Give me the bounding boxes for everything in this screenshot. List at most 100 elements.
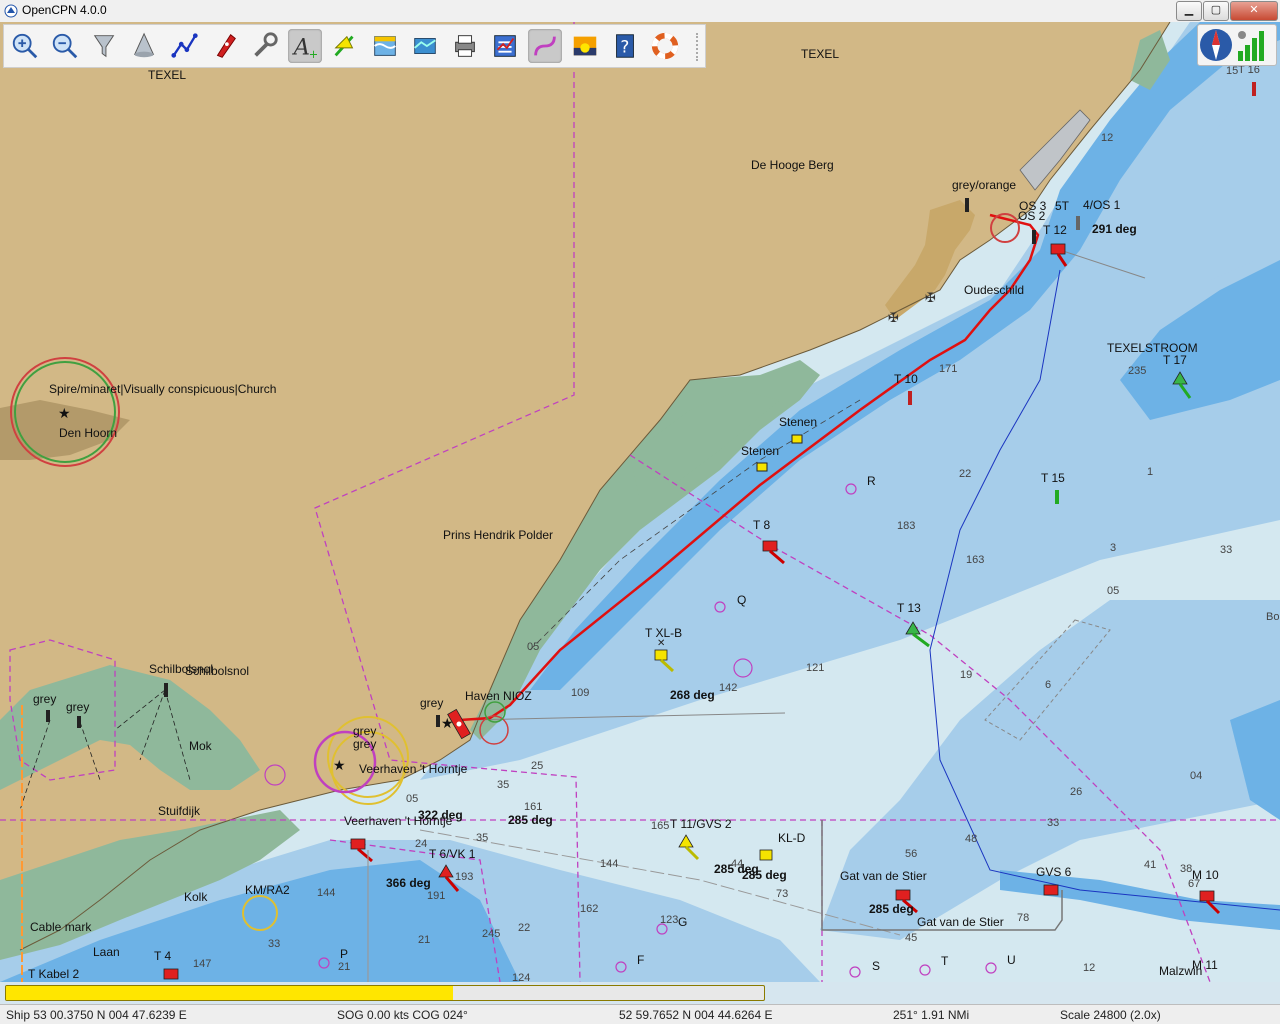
depth-sounding: 78 — [1017, 912, 1030, 924]
chart-label: T 12 — [1043, 223, 1067, 237]
chart-label: U — [1007, 953, 1016, 967]
chart-label: Gat van de Stier — [840, 869, 927, 883]
compass-icon[interactable] — [1200, 29, 1232, 61]
depth-sounding: 26 — [1070, 786, 1083, 798]
chart-label: grey — [353, 724, 377, 738]
svg-text:✠: ✠ — [888, 311, 899, 326]
magnifier-plus-icon — [12, 33, 38, 59]
mob-button[interactable] — [648, 29, 682, 63]
chart-label: 291 deg — [1092, 222, 1137, 236]
route-button[interactable] — [168, 29, 202, 63]
chart-label: M 11 — [1192, 958, 1218, 972]
chart-label: Schilbolsnol — [185, 664, 250, 678]
depth-sounding: 21 — [418, 934, 431, 946]
depth-sounding: 21 — [338, 961, 351, 973]
main-toolbar: A +? — [3, 24, 706, 68]
progress-track — [5, 985, 765, 1001]
depth-sounding: 67 — [1188, 878, 1201, 890]
sunset-icon — [573, 36, 597, 56]
depth-sounding: 123 — [660, 914, 679, 926]
chart-label: 366 deg — [386, 876, 431, 890]
chart-label: TEXEL — [801, 47, 840, 61]
depth-sounding: 45 — [905, 932, 918, 944]
depth-sounding: 41 — [1144, 859, 1157, 871]
current-button[interactable] — [328, 29, 362, 63]
chart-label: F — [637, 953, 645, 967]
chart-label: grey — [420, 696, 444, 710]
auto-follow-button[interactable] — [208, 29, 242, 63]
route-manager-button[interactable] — [488, 29, 522, 63]
chart-label: 4/OS 1 — [1083, 198, 1121, 212]
depth-sounding: 165 — [651, 820, 670, 832]
depth-sounding: 245 — [482, 928, 501, 940]
chart-label: Mok — [189, 739, 212, 753]
depth-sounding: 144 — [600, 858, 619, 870]
chart-label: Stenen — [779, 415, 818, 429]
status-bar: Ship 53 00.3750 N 004 47.6239 E SOG 0.00… — [0, 1004, 1280, 1024]
chart-label: Cable mark — [30, 920, 92, 934]
chart-label: T 10 — [894, 372, 918, 386]
window-title: OpenCPN 4.0.0 — [22, 3, 107, 17]
text-button[interactable]: A + — [288, 29, 322, 63]
chart-label: Haven NIOZ — [465, 689, 532, 703]
print-button[interactable] — [448, 29, 482, 63]
chart-label: TEXEL — [148, 68, 187, 82]
zoom-out-button[interactable] — [48, 29, 82, 63]
depth-sounding: 22 — [959, 468, 972, 480]
chart-label: 285 deg — [742, 868, 787, 882]
chart-label: T 8 — [753, 518, 771, 532]
depth-sounding: 38 — [1180, 863, 1193, 875]
color-scheme-button[interactable] — [568, 29, 602, 63]
quilt-button[interactable] — [408, 29, 442, 63]
chart-label: Oudeschild — [964, 283, 1025, 297]
depth-sounding: 124 — [512, 972, 531, 982]
scale-out-button[interactable] — [128, 29, 162, 63]
status-compass-widget[interactable] — [1197, 24, 1277, 66]
gps-signal-icon[interactable] — [1238, 31, 1264, 61]
chart-label: T — [941, 954, 949, 968]
svg-text:★: ★ — [58, 406, 71, 422]
quilt-icon — [414, 38, 436, 54]
track-button[interactable] — [528, 29, 562, 63]
chart-label: Spire/minaret|Visually conspicuous|Churc… — [49, 382, 277, 396]
help-button[interactable]: ? — [608, 29, 642, 63]
minimize-button[interactable]: ▁ — [1176, 1, 1202, 21]
toolbar-grip[interactable] — [696, 33, 702, 61]
chart-label: Q — [737, 593, 747, 607]
chart-label: T 6/VK 1 — [429, 847, 476, 861]
depth-sounding: 05 — [1107, 585, 1120, 597]
close-button[interactable]: ✕ — [1230, 1, 1278, 21]
depth-sounding: 19 — [960, 669, 973, 681]
depth-sounding: 33 — [268, 938, 281, 950]
chart-label: KL-D — [778, 831, 806, 845]
chart-label: 268 deg — [670, 688, 715, 702]
status-ship-position: Ship 53 00.3750 N 004 47.6239 E — [6, 1008, 187, 1022]
maximize-button[interactable]: ▢ — [1203, 1, 1229, 21]
nautical-chart[interactable]: ✕ ★ ★ ★ ✠ ✠ — [0, 22, 1280, 982]
depth-sounding: 04 — [1190, 770, 1203, 782]
chart-canvas[interactable]: ✕ ★ ★ ★ ✠ ✠ TEXEL TEXEL De Hooge Berg gr… — [0, 22, 1280, 982]
status-scale: Scale 24800 (2.0x) — [1060, 1008, 1161, 1022]
chart-label: Veerhaven 't Horntje — [359, 762, 468, 776]
depth-sounding: 56 — [905, 848, 918, 860]
depth-sounding: 24 — [415, 838, 428, 850]
svg-text:A: A — [292, 34, 310, 60]
chart-label: KM/RA2 — [245, 883, 290, 897]
settings-button[interactable] — [248, 29, 282, 63]
chart-label: Stuifdijk — [158, 804, 201, 818]
depth-sounding: 121 — [806, 662, 825, 674]
depth-sounding: 12 — [1083, 962, 1096, 974]
zoom-in-button[interactable] — [8, 29, 42, 63]
tide-button[interactable] — [368, 29, 402, 63]
help-icon: ? — [616, 34, 634, 58]
wrench-icon — [254, 32, 278, 57]
chart-label: 285 deg — [869, 902, 914, 916]
route-icon — [171, 33, 198, 58]
chart-label: T 13 — [897, 601, 921, 615]
chart-label: Veerhaven 't Horntje — [344, 814, 453, 828]
chart-label: T 15 — [1041, 471, 1065, 485]
depth-sounding: 73 — [776, 888, 789, 900]
depth-sounding: 05 — [527, 641, 540, 653]
scale-in-button[interactable] — [88, 29, 122, 63]
status-cursor-position: 52 59.7652 N 004 44.6264 E — [619, 1008, 773, 1022]
